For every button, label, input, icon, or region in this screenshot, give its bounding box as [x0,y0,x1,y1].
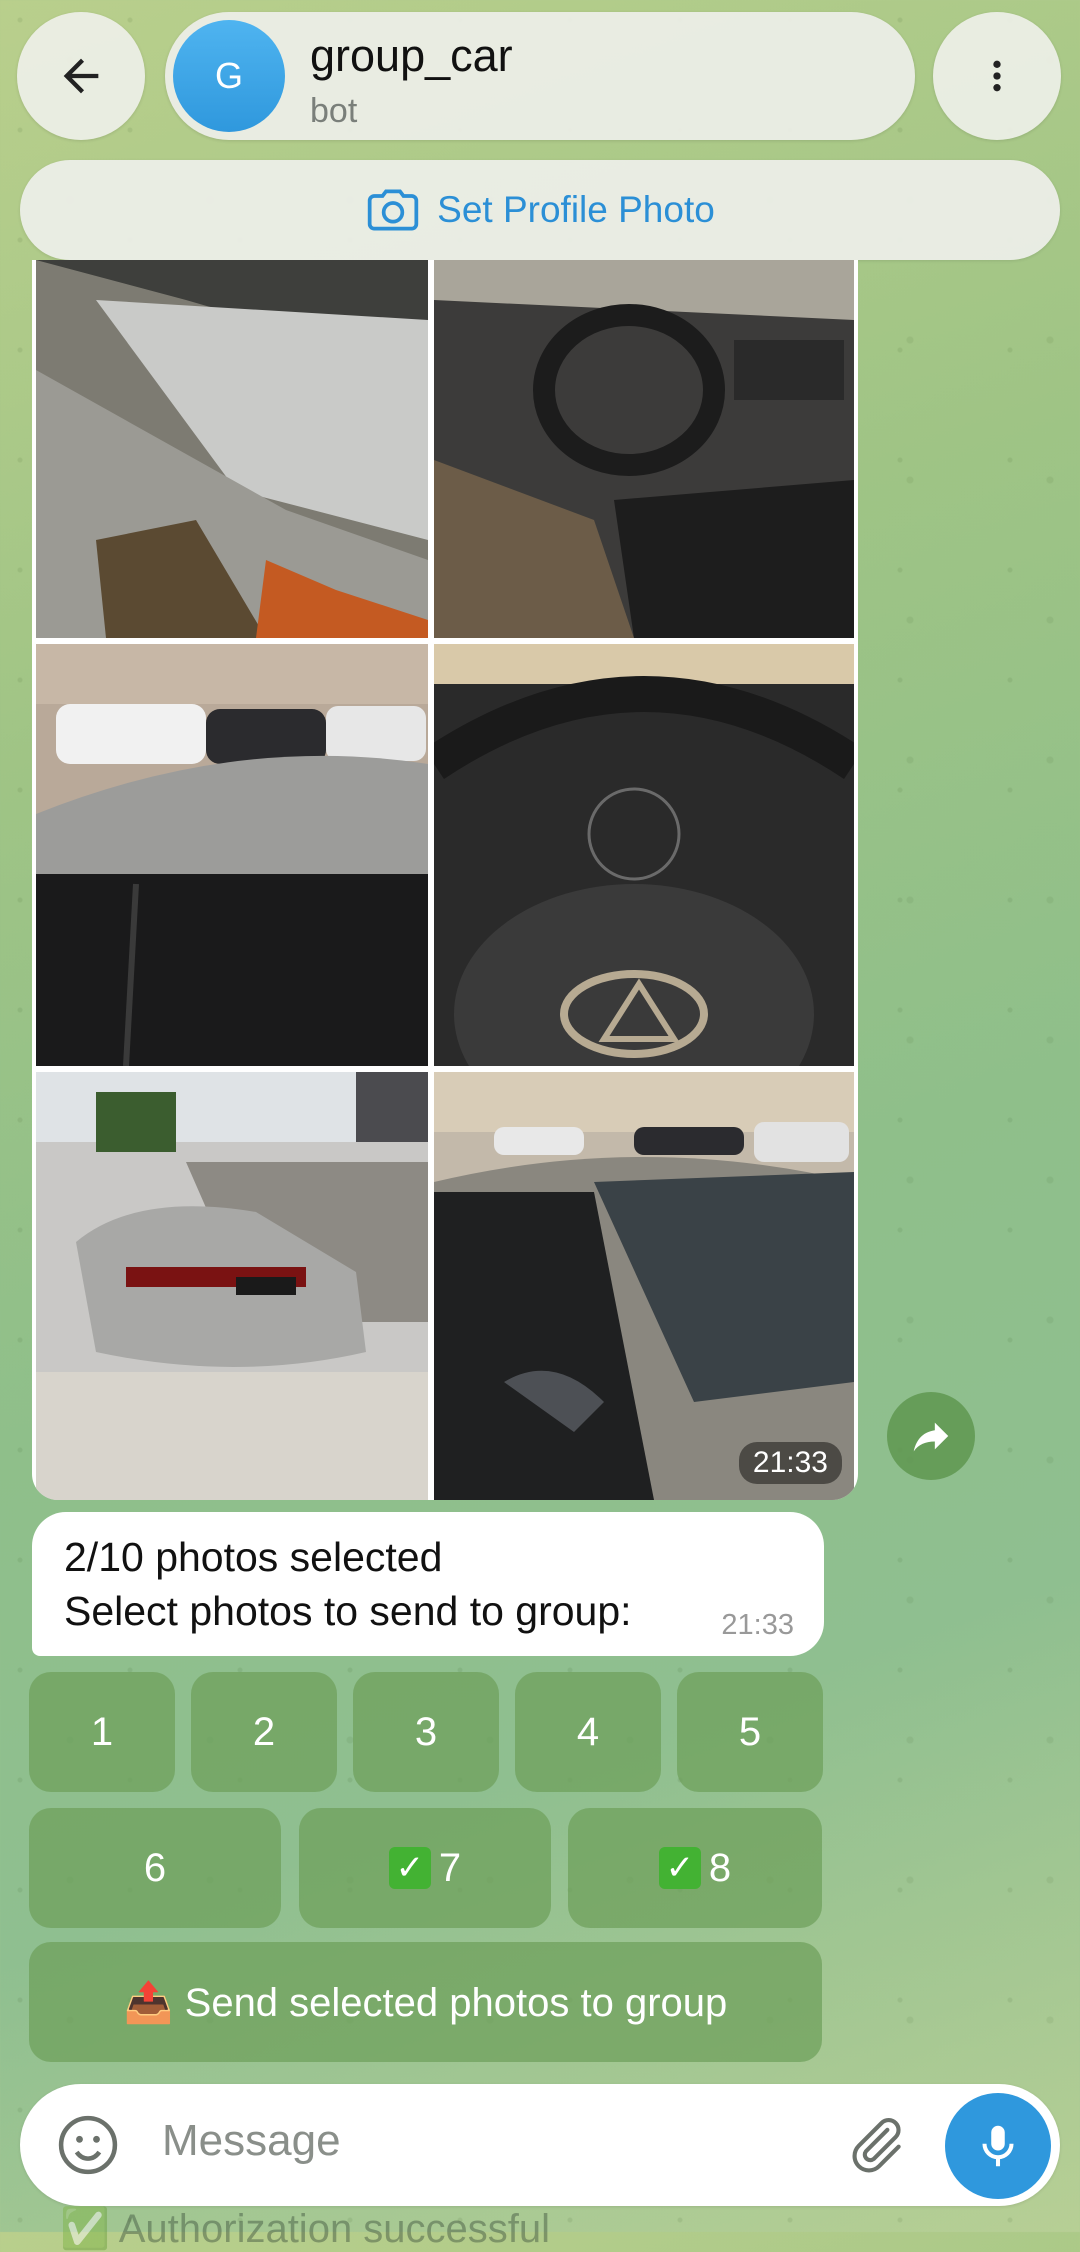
photo-4[interactable] [434,644,854,1066]
attach-icon[interactable] [842,2112,908,2178]
photo-3-image [36,644,428,1066]
message-time: 21:33 [721,1609,794,1641]
set-profile-photo-label: Set Profile Photo [437,189,715,230]
more-vertical-icon [993,60,1001,92]
forward-button[interactable] [887,1392,975,1480]
photo-3[interactable] [36,644,428,1066]
microphone-icon [982,2125,1014,2167]
photo-1-image [36,260,428,638]
photo-5-image [36,1072,428,1500]
photo-button-6[interactable]: 6 [29,1808,281,1928]
photo-button-7-label: 7 [438,1845,462,1890]
photo-4-image [434,644,854,1066]
photo-album: 21:33 [32,260,858,1500]
photo-5[interactable] [36,1072,428,1500]
message-input[interactable]: Message [162,2116,341,2166]
photo-button-8-label: 8 [708,1845,732,1890]
message-composer[interactable]: Message [20,2084,1060,2206]
avatar: G [173,20,285,132]
checkmark-icon: ✓ [388,1847,431,1889]
checkmark-icon: ✓ [658,1847,701,1889]
chat-subtitle: bot [310,92,358,130]
send-selected-photos-button[interactable]: 📤 Send selected photos to group [29,1942,822,2062]
forward-arrow-icon [913,1422,949,1452]
back-button[interactable] [17,12,145,140]
photo-button-2[interactable]: 2 [191,1672,337,1792]
chat-header[interactable]: G group_car bot [165,12,915,140]
photo-button-5[interactable]: 5 [677,1672,823,1792]
voice-record-button[interactable] [945,2093,1051,2199]
arrow-left-icon [63,58,99,94]
photo-button-8[interactable]: ✓ 8 [568,1808,822,1928]
more-menu-button[interactable] [933,12,1061,140]
set-profile-photo-button[interactable]: Set Profile Photo [20,160,1060,260]
photo-2-image [434,260,854,638]
photo-button-3[interactable]: 3 [353,1672,499,1792]
album-timestamp: 21:33 [738,1442,842,1484]
emoji-icon[interactable] [54,2111,122,2179]
photo-1[interactable] [36,260,428,638]
message-line-2: Select photos to send to group: [64,1588,632,1634]
message-line-1: 2/10 photos selected [64,1534,443,1580]
photo-6[interactable] [434,1072,854,1500]
photo-button-7[interactable]: ✓ 7 [299,1808,551,1928]
photo-6-image [434,1072,854,1500]
camera-icon [367,189,419,231]
bot-message: 2/10 photos selected Select photos to se… [32,1512,824,1656]
photo-button-4[interactable]: 4 [515,1672,661,1792]
photo-2[interactable] [434,260,854,638]
hidden-previous-message: ✅ Authorization successful [60,2207,551,2251]
photo-button-1[interactable]: 1 [29,1672,175,1792]
chat-title: group_car [310,30,513,81]
